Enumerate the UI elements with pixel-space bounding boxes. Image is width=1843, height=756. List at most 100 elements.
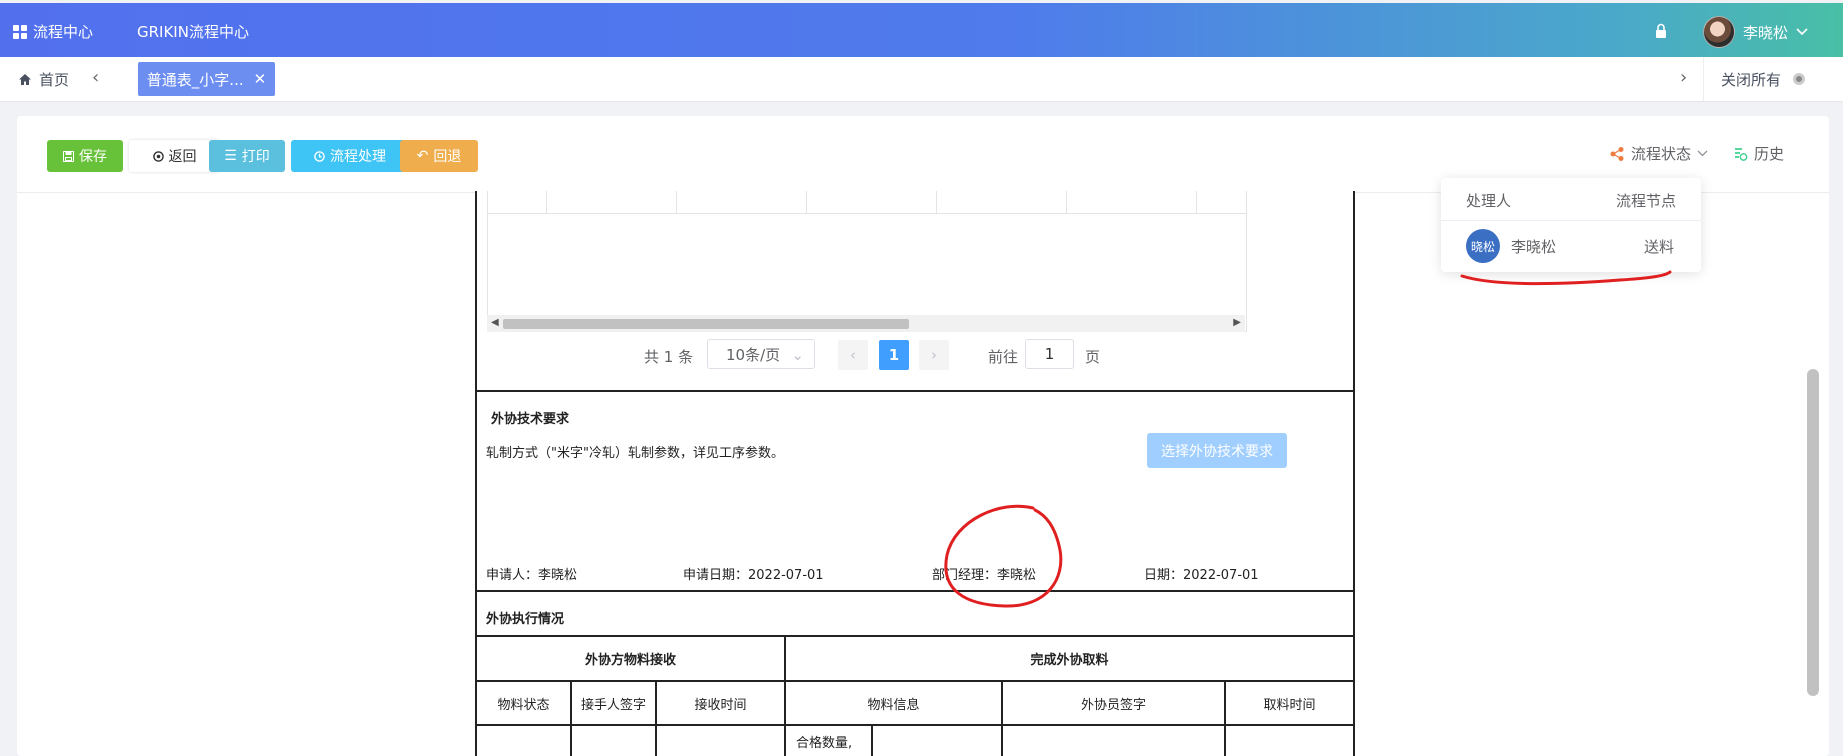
tech-section-title: 外协技术要求 (491, 412, 570, 427)
history-button[interactable]: 历史 (1732, 143, 1784, 164)
goto-label: 前往 (988, 348, 1019, 366)
scroll-right-arrow-icon[interactable]: ▶ (1233, 317, 1241, 328)
divider (477, 590, 1353, 592)
lock-icon[interactable] (1655, 23, 1667, 39)
page-size-value: 10条/页 (726, 345, 781, 364)
table-cell (546, 191, 677, 213)
return-label: 回退 (433, 149, 462, 165)
column-header: 取料时间 (1263, 697, 1316, 713)
menu-toggle[interactable]: 流程中心 (13, 21, 93, 42)
chevron-down-icon: ⌄ (791, 346, 804, 364)
prev-page-button[interactable]: ‹ (838, 340, 868, 370)
user-avatar (1703, 16, 1735, 48)
table-cell (1066, 191, 1197, 213)
table-cell (676, 191, 807, 213)
home-tab[interactable]: 首页 (18, 69, 69, 90)
flow-status-popover: 处理人 流程节点 晓松 李晓松 送料 (1441, 178, 1701, 272)
handler-avatar: 晓松 (1466, 229, 1500, 263)
tab-active[interactable]: 普通表_小字... ✕ (138, 62, 275, 96)
back-button[interactable]: 返回 (129, 140, 220, 172)
home-label: 首页 (39, 71, 70, 89)
back-circle-icon (152, 150, 164, 162)
settings-icon (1793, 73, 1806, 85)
complete-group-header: 完成外协取料 (1030, 653, 1109, 668)
applicant: 申请人：李晓松 (486, 568, 578, 583)
grid-menu-icon (13, 24, 27, 39)
user-menu[interactable]: 李晓松 (1703, 16, 1808, 48)
save-label: 保存 (79, 149, 107, 165)
flow-share-icon (1610, 146, 1624, 161)
quantity-label-cell: 合格数量, (786, 726, 873, 756)
tech-content: 轧制方式（"米字"冷轧）轧制参数，详见工序参数。 (486, 446, 784, 461)
process-button[interactable]: 流程处理 (291, 140, 409, 172)
table-cell (936, 191, 1067, 213)
popover-header: 处理人 流程节点 (1441, 178, 1701, 221)
table-cell (806, 191, 937, 213)
page-suffix: 页 (1085, 348, 1101, 366)
list-icon: ☰ (224, 148, 237, 164)
page-number-button[interactable]: 1 (879, 340, 909, 370)
table-cell (572, 726, 657, 756)
table-cell (488, 191, 547, 213)
tab-bar: 首页 ‹ 普通表_小字... ✕ › 关闭所有 (0, 57, 1843, 102)
horizontal-scrollbar[interactable]: ◀ ▶ (487, 315, 1245, 332)
goto-page-input[interactable]: 1 (1025, 339, 1074, 369)
pagination: 共 1 条 10条/页 ⌄ ‹ 1 › 前往 1 页 (477, 338, 1353, 372)
print-label: 打印 (241, 149, 270, 165)
tab-scroll-left-icon[interactable]: ‹ (92, 67, 99, 88)
home-icon (19, 74, 31, 85)
menu-label: 流程中心 (33, 23, 94, 41)
process-label: 流程处理 (330, 149, 386, 165)
page-size-select[interactable]: 10条/页 ⌄ (707, 339, 815, 369)
history-label: 历史 (1754, 145, 1785, 163)
top-navbar: 流程中心 GRIKIN流程中心 李晓松 (0, 3, 1843, 57)
save-icon (63, 150, 74, 162)
tab-label: 普通表_小字... (146, 70, 244, 89)
flow-status-label: 流程状态 (1631, 145, 1692, 163)
table-cell (873, 726, 1003, 756)
next-page-button[interactable]: › (919, 340, 949, 370)
table-cell (657, 726, 786, 756)
close-all-label: 关闭所有 (1721, 70, 1782, 89)
tab-scroll-right-icon[interactable]: › (1680, 67, 1687, 88)
chevron-down-icon (1697, 150, 1708, 157)
clock-icon (314, 150, 325, 162)
save-button[interactable]: 保存 (47, 140, 123, 172)
history-icon (1735, 147, 1748, 161)
system-name[interactable]: GRIKIN流程中心 (137, 21, 249, 42)
handler-column-header: 处理人 (1466, 192, 1512, 210)
select-tech-requirement-button[interactable]: 选择外协技术要求 (1147, 433, 1287, 468)
table-row (488, 191, 1246, 214)
scrollbar-thumb[interactable] (503, 319, 909, 329)
column-header: 外协员签字 (1003, 682, 1226, 724)
reply-icon: ↶ (416, 148, 429, 164)
node-column-header: 流程节点 (1616, 192, 1677, 210)
handler-name: 李晓松 (1511, 238, 1557, 256)
scroll-left-arrow-icon[interactable]: ◀ (491, 317, 499, 328)
column-header: 物料状态 (477, 682, 572, 724)
column-header: 物料信息 (786, 682, 1003, 724)
flow-status-dropdown[interactable]: 流程状态 (1609, 143, 1708, 164)
execution-section-title: 外协执行情况 (486, 612, 565, 627)
close-tab-icon[interactable]: ✕ (254, 70, 267, 88)
chevron-down-icon (1796, 28, 1808, 36)
divider (477, 390, 1353, 392)
user-name: 李晓松 (1743, 23, 1789, 42)
column-header: 接手人签字 (572, 682, 657, 724)
close-all-tabs[interactable]: 关闭所有 (1703, 57, 1806, 101)
table-cell (1003, 726, 1226, 756)
table-cell (477, 726, 572, 756)
pagination-total: 共 1 条 (644, 348, 694, 366)
sign-date: 日期：2022-07-01 (1144, 568, 1259, 583)
receive-group-header: 外协方物料接收 (477, 637, 786, 680)
page-vertical-scrollbar[interactable] (1807, 369, 1819, 696)
dept-manager: 部门经理：李晓松 (932, 568, 1037, 583)
flow-node: 送料 (1644, 238, 1675, 256)
column-header: 接收时间 (657, 682, 786, 724)
material-table (487, 191, 1247, 332)
return-button[interactable]: ↶ 回退 (400, 140, 478, 172)
print-button[interactable]: ☰ 打印 (209, 140, 285, 172)
form-document: ◀ ▶ 共 1 条 10条/页 ⌄ ‹ 1 › 前往 1 页 外协技术要求 轧制… (475, 191, 1355, 756)
back-label: 返回 (168, 149, 197, 165)
apply-date: 申请日期：2022-07-01 (683, 568, 824, 583)
